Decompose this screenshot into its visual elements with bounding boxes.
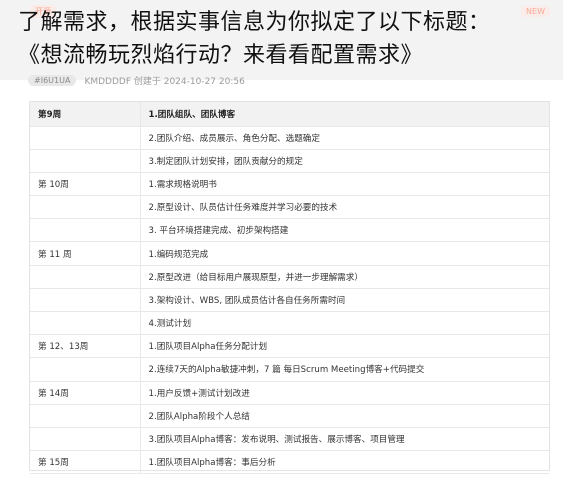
table-row: 2.原型设计、队员估计任务难度并学习必要的技术: [30, 195, 549, 220]
week-cell: 第 11 周: [30, 241, 141, 266]
table-row: 3.团队项目Alpha博客：发布说明、测试报告、展示博客、项目管理: [30, 427, 549, 452]
table-row: 3. 平台环境搭建完成、初步架构搭建: [30, 218, 549, 243]
week-cell: [30, 265, 141, 289]
task-cell: 2.连续7天的Alpha敏捷冲刺，7 篇 每日Scrum Meeting博客+代…: [140, 357, 549, 382]
schedule-table-container: 第9周 1.团队组队、团队博客 2.团队介绍、成员展示、角色分配、选题确定 3.制…: [29, 101, 550, 475]
week-cell: 第 12、13周: [30, 334, 141, 359]
table-row: 第 10周 1.需求规格说明书: [30, 172, 549, 197]
task-cell: 2.原型改进（给目标用户展现原型，并进一步理解需求）: [140, 265, 549, 289]
task-cell: 2.团队介绍、成员展示、角色分配、选题确定: [140, 126, 549, 150]
table-row: 4.测试计划: [30, 311, 549, 336]
title-line-1: 了解需求，根据实事信息为你拟定了以下标题：: [18, 10, 491, 35]
issue-id-tag[interactable]: #I6U1UA: [28, 74, 77, 86]
week-cell: [30, 126, 141, 150]
table-row: 第 14周 1.用户反馈+测试计划改进: [30, 381, 549, 405]
table-row: 3.制定团队计划安排，团队贡献分的规定: [30, 149, 549, 173]
week-cell: [30, 149, 141, 173]
week-cell: [30, 357, 141, 382]
week-cell: [30, 195, 141, 220]
task-cell: 2.团队Alpha阶段个人总结: [140, 404, 549, 428]
schedule-table: 第9周 1.团队组队、团队博客 2.团队介绍、成员展示、角色分配、选题确定 3.制…: [30, 102, 549, 475]
week-cell: [30, 311, 141, 336]
table-row: 3.架构设计、WBS, 团队成员估计各自任务所需时间: [30, 288, 549, 313]
task-cell: 3.团队项目Alpha博客：发布说明、测试报告、展示博客、项目管理: [140, 427, 549, 452]
week-cell: [30, 404, 141, 428]
task-cell: 3. 平台环境搭建完成、初步架构搭建: [140, 218, 549, 243]
header-week-cell: 第9周: [30, 102, 141, 127]
table-row: 2.团队介绍、成员展示、角色分配、选题确定: [30, 126, 549, 150]
page-title: 了解需求，根据实事信息为你拟定了以下标题： 《想流畅玩烈焰行动？来看看配置需求》: [18, 6, 558, 72]
task-cell: 1.编码规范完成: [140, 241, 549, 266]
task-cell: 1.团队项目Alpha任务分配计划: [140, 334, 549, 359]
task-cell: 2.原型设计、队员估计任务难度并学习必要的技术: [140, 195, 549, 220]
week-cell: 第 10周: [30, 172, 141, 197]
task-cell: 1.需求规格说明书: [140, 172, 549, 197]
bottom-fade: [0, 470, 563, 500]
table-row: 2.原型改进（给目标用户展现原型，并进一步理解需求）: [30, 265, 549, 289]
week-cell: [30, 288, 141, 313]
task-cell: 3.架构设计、WBS, 团队成员估计各自任务所需时间: [140, 288, 549, 313]
issue-info-text: KMDDDDF 创建于 2024-10-27 20:56: [84, 76, 245, 87]
table-row: 2.连续7天的Alpha敏捷冲刺，7 篇 每日Scrum Meeting博客+代…: [30, 357, 549, 382]
task-cell: 3.制定团队计划安排，团队贡献分的规定: [140, 149, 549, 173]
table-header-row: 第9周 1.团队组队、团队博客: [30, 102, 549, 127]
table-row: 2.团队Alpha阶段个人总结: [30, 404, 549, 428]
issue-subbar: #I6U1UA KMDDDDF 创建于 2024-10-27 20:56: [28, 70, 548, 90]
week-cell: 第 14周: [30, 381, 141, 405]
header-task-cell: 1.团队组队、团队博客: [140, 102, 549, 127]
table-body: 2.团队介绍、成员展示、角色分配、选题确定 3.制定团队计划安排，团队贡献分的规定…: [30, 126, 549, 475]
task-cell: 1.用户反馈+测试计划改进: [140, 381, 549, 405]
week-cell: [30, 427, 141, 452]
title-line-2: 《想流畅玩烈焰行动？来看看配置需求》: [18, 43, 424, 68]
week-cell: [30, 218, 141, 243]
task-cell: 4.测试计划: [140, 311, 549, 336]
table-row: 第 11 周 1.编码规范完成: [30, 241, 549, 266]
table-row: 第 12、13周 1.团队项目Alpha任务分配计划: [30, 334, 549, 359]
